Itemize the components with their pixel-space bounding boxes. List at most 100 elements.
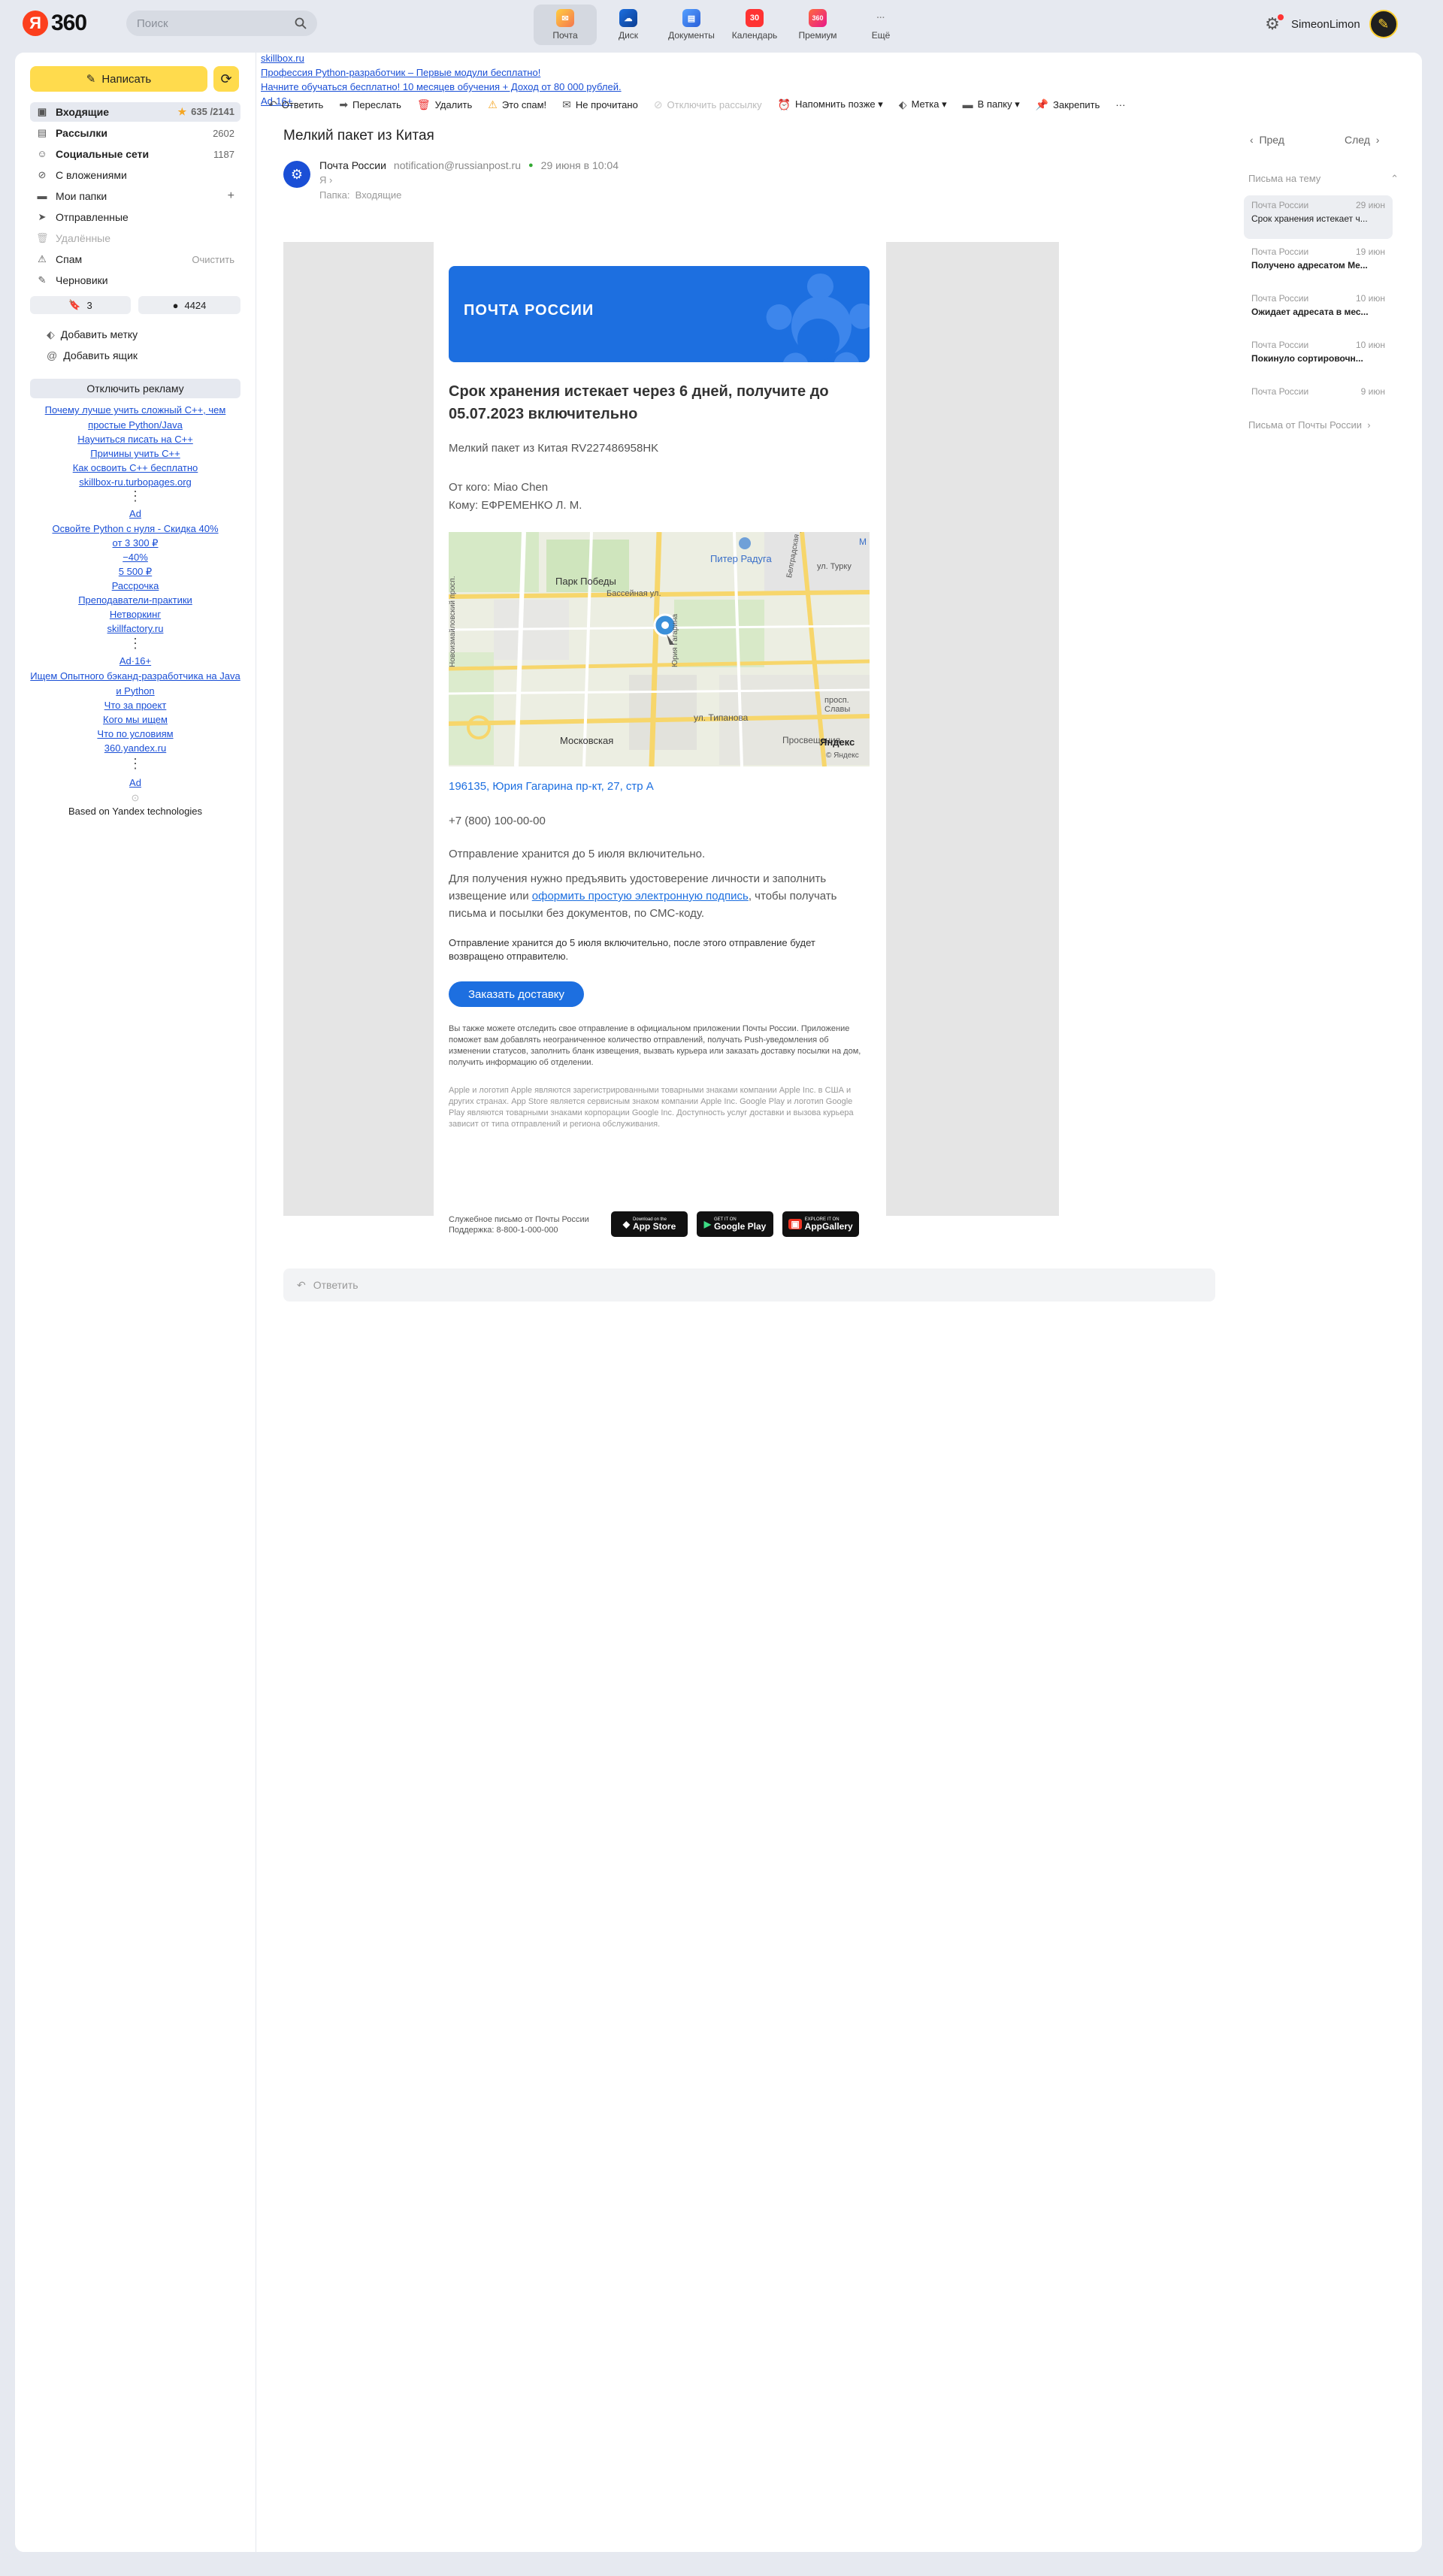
app-gallery-badge[interactable]: ▣ EXPLORE IT ON AppGallery bbox=[782, 1211, 859, 1237]
ad-link[interactable]: от 3 300 ₽ bbox=[30, 536, 240, 551]
compose-label: Написать bbox=[101, 72, 152, 86]
delete-button[interactable]: 🗑 Удалить bbox=[417, 98, 472, 111]
thread-item[interactable]: Почта России 10 июн Покинуло сортировочн.… bbox=[1244, 335, 1393, 379]
sidebar-item-spam[interactable]: ⚠ Спам Очистить bbox=[30, 249, 240, 269]
username[interactable]: SimeonLimon bbox=[1291, 18, 1360, 31]
ad-link[interactable]: Освойте Python с нуля - Скидка 40% bbox=[30, 522, 240, 537]
remind-later-button[interactable]: ⏰ Напомнить позже ▾ bbox=[778, 98, 883, 111]
sidebar-item-inbox[interactable]: ▣ Входящие ★ 635 /2141 bbox=[30, 102, 240, 122]
service-calendar[interactable]: 30 Календарь bbox=[723, 5, 786, 45]
service-more[interactable]: ··· Ещё bbox=[849, 5, 912, 45]
settings-gear-icon[interactable]: ⚙ bbox=[1263, 14, 1284, 34]
ad-menu-icon[interactable]: ⋮ bbox=[30, 636, 240, 651]
sidebar-item-drafts[interactable]: ✎ Черновики bbox=[30, 271, 240, 290]
thread-item[interactable]: Почта России 29 июн Срок хранения истекае… bbox=[1244, 195, 1393, 239]
sidebar-item-trash[interactable]: 🗑 Удалённые bbox=[30, 228, 240, 248]
search-icon[interactable] bbox=[295, 17, 307, 29]
ad-link[interactable]: skillbox.ru bbox=[261, 53, 304, 65]
thread-item[interactable]: Почта России 9 июн bbox=[1244, 382, 1393, 398]
mark-unread-button[interactable]: ✉ Не прочитано bbox=[562, 98, 638, 111]
add-mailbox-link[interactable]: @ Добавить ящик bbox=[47, 347, 138, 364]
ad-link[interactable]: Нетворкинг bbox=[30, 607, 240, 622]
ad-link[interactable]: Ищем Опытного бэканд-разработчика на Jav… bbox=[30, 669, 240, 698]
ad-link[interactable]: Рассрочка bbox=[30, 579, 240, 594]
sender-avatar[interactable]: ⚙ bbox=[283, 161, 310, 188]
ad-label[interactable]: Ad·16+ bbox=[30, 654, 240, 669]
unread-dot-icon: ● bbox=[172, 299, 179, 311]
ad-link[interactable]: Профессия Python-разработчик – Первые мо… bbox=[261, 65, 540, 80]
ad-link[interactable]: Научиться писать на C++ bbox=[30, 432, 240, 447]
sidebar-item-newsletters[interactable]: ▤ Рассылки 2602 bbox=[30, 123, 240, 143]
post-office-map[interactable]: Парк Победы Питер Радуга Бассейная ул. М… bbox=[449, 532, 870, 766]
service-premium[interactable]: 360 Премиум bbox=[786, 5, 849, 45]
ad-link[interactable]: Причины учить C++ bbox=[30, 446, 240, 461]
ad-label[interactable]: Ad bbox=[30, 506, 240, 522]
ad-link[interactable]: Почему лучше учить сложный C++, чем прос… bbox=[30, 403, 240, 432]
ad-link[interactable]: Кого мы ищем bbox=[30, 712, 240, 727]
sidebar-item-sent[interactable]: ➤ Отправленные bbox=[30, 207, 240, 227]
sidebar-item-attachments[interactable]: ⊘ С вложениями bbox=[30, 165, 240, 185]
ad-link[interactable]: Что за проект bbox=[30, 698, 240, 713]
forward-button[interactable]: ➡ Переслать bbox=[339, 98, 401, 111]
app-store-badge[interactable]: ◆ Download on the App Store bbox=[611, 1211, 688, 1237]
move-to-folder-button[interactable]: ▬ В папку ▾ bbox=[963, 98, 1020, 110]
ad-menu-icon[interactable]: ⋮ bbox=[30, 756, 240, 771]
ad-link[interactable]: −40% bbox=[30, 550, 240, 565]
ad-link[interactable]: Что по условиям bbox=[30, 727, 240, 742]
avatar[interactable]: ✎ bbox=[1369, 10, 1398, 38]
ad-label[interactable]: Ad bbox=[30, 776, 240, 791]
unread-chip[interactable]: ● 4424 bbox=[138, 296, 240, 314]
service-label: Диск bbox=[618, 30, 639, 41]
top-ad-banner: skillbox.ru Профессия Python-разработчик… bbox=[256, 53, 1422, 107]
thread-item[interactable]: Почта России 10 июн Ожидает адресата в ме… bbox=[1244, 289, 1393, 332]
post-office-address[interactable]: 196135, Юрия Гагарина пр-кт, 27, стр А bbox=[449, 780, 870, 793]
quick-reply-box[interactable]: ↶ Ответить bbox=[283, 1268, 1215, 1302]
thread-item[interactable]: Почта России 19 июн Получено адресатом Ме… bbox=[1244, 242, 1393, 286]
apple-icon: ◆ bbox=[622, 1219, 630, 1229]
service-documents[interactable]: ▤ Документы bbox=[660, 5, 723, 45]
more-actions-button[interactable]: ··· bbox=[1115, 99, 1125, 110]
prev-message-button[interactable]: ‹ Пред bbox=[1250, 134, 1284, 146]
add-folder-icon[interactable]: + bbox=[228, 189, 234, 203]
post-office-phone[interactable]: +7 (800) 100-00-00 bbox=[449, 815, 870, 827]
recipient: Я bbox=[319, 174, 327, 186]
ad-link[interactable]: 360.yandex.ru bbox=[30, 741, 240, 756]
recipient-line[interactable]: Я › bbox=[319, 174, 332, 186]
disable-ads-button[interactable]: Отключить рекламу bbox=[30, 379, 240, 398]
spam-button[interactable]: ⚠ Это спам! bbox=[488, 98, 546, 111]
search-input[interactable]: Поиск bbox=[126, 11, 317, 36]
ad-info-icon[interactable]: ⊙ bbox=[30, 791, 240, 805]
service-disk[interactable]: ☁ Диск bbox=[597, 5, 660, 45]
ad-link[interactable]: Как освоить C++ бесплатно bbox=[30, 461, 240, 476]
messages-from-sender-link[interactable]: Письма от Почты России › bbox=[1248, 419, 1371, 431]
refresh-button[interactable]: ⟳ bbox=[213, 66, 239, 92]
ad-link[interactable]: skillfactory.ru bbox=[30, 621, 240, 636]
ad-link[interactable]: 5 500 ₽ bbox=[30, 564, 240, 579]
bookmarks-chip[interactable]: 🔖 3 bbox=[30, 296, 131, 314]
add-label-link[interactable]: ⬖ Добавить метку bbox=[47, 326, 138, 343]
message-folder-line: Папка: Входящие bbox=[319, 189, 401, 201]
ad-link[interactable]: Преподаватели-практики bbox=[30, 593, 240, 608]
ad-menu-icon[interactable]: ⋮ bbox=[30, 488, 240, 503]
sidebar-item-my-folders[interactable]: ▬ Мои папки + bbox=[30, 186, 240, 206]
google-play-badge[interactable]: ▶ GET IT ON Google Play bbox=[697, 1211, 773, 1237]
thread-header[interactable]: Письма на тему ⌃ bbox=[1248, 173, 1399, 185]
clear-spam-button[interactable]: Очистить bbox=[192, 254, 234, 265]
sender-name[interactable]: Почта России bbox=[319, 159, 386, 171]
reply-button[interactable]: ↶ Ответить bbox=[268, 98, 323, 111]
compose-button[interactable]: ✎ Написать bbox=[30, 66, 207, 92]
next-message-button[interactable]: След › bbox=[1345, 134, 1379, 146]
e-signature-link[interactable]: оформить простую электронную подпись bbox=[532, 890, 749, 903]
unsubscribe-button[interactable]: ⊘ Отключить рассылку bbox=[654, 98, 762, 111]
ad-link[interactable]: skillbox-ru.turbopages.org bbox=[30, 475, 240, 490]
sender-email[interactable]: notification@russianpost.ru bbox=[394, 159, 521, 171]
pin-button[interactable]: 📌 Закрепить bbox=[1036, 98, 1100, 111]
yandex-360-logo[interactable]: Я 360 bbox=[23, 11, 87, 36]
mail-icon: ✉ bbox=[556, 9, 574, 27]
service-label: Премиум bbox=[798, 30, 837, 41]
label-button[interactable]: ⬖ Метка ▾ bbox=[899, 98, 947, 111]
folder-name[interactable]: Входящие bbox=[355, 189, 402, 201]
order-delivery-button[interactable]: Заказать доставку bbox=[449, 981, 584, 1007]
sidebar-item-social[interactable]: ☺ Социальные сети 1187 bbox=[30, 144, 240, 164]
service-mail[interactable]: ✉ Почта bbox=[534, 5, 597, 45]
